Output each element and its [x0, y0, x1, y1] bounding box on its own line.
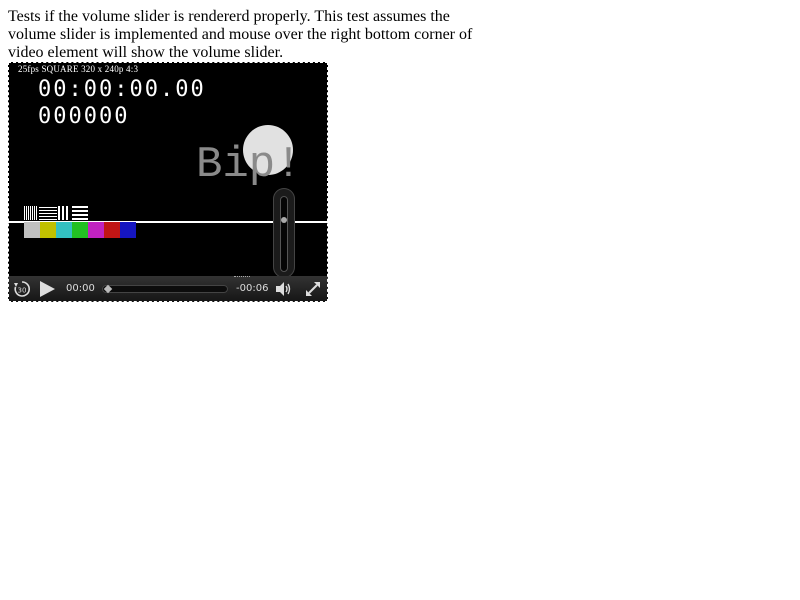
video-element[interactable]: 25fps SQUARE 320 x 240p 4:3 00:00:00.00 …	[8, 62, 328, 302]
color-bar-1	[40, 222, 56, 238]
speaker-icon[interactable]	[274, 280, 292, 298]
video-timecode: 00:00:00.00	[38, 77, 206, 102]
color-bar-3	[72, 222, 88, 238]
video-frame-counter: 000000	[38, 104, 130, 129]
test-description: Tests if the volume slider is rendererd …	[8, 8, 473, 61]
volume-slider-panel[interactable]	[273, 188, 295, 278]
resolution-pattern	[24, 206, 88, 220]
fullscreen-icon[interactable]	[304, 280, 322, 298]
color-bar-4	[88, 222, 104, 238]
bip-text: Bip!	[196, 140, 302, 190]
timeline-slider[interactable]	[102, 284, 228, 294]
color-bar-6	[120, 222, 136, 238]
play-icon[interactable]	[38, 280, 56, 298]
color-bar-5	[104, 222, 120, 238]
video-caption: 25fps SQUARE 320 x 240p 4:3	[18, 64, 139, 74]
svg-text:30: 30	[18, 287, 27, 295]
color-bar-2	[56, 222, 72, 238]
volume-slider-thumb[interactable]	[281, 217, 287, 223]
timeline-thumb[interactable]	[103, 284, 113, 294]
color-bars	[24, 222, 136, 238]
current-time: 00:00	[66, 283, 95, 294]
buffer-marker	[234, 276, 250, 278]
volume-slider-track[interactable]	[280, 196, 288, 272]
media-controls: 30 00:00 -00:06	[8, 276, 328, 302]
remaining-time: -00:06	[236, 283, 269, 294]
rewind-30-icon[interactable]: 30	[12, 279, 32, 299]
color-bar-0	[24, 222, 40, 238]
